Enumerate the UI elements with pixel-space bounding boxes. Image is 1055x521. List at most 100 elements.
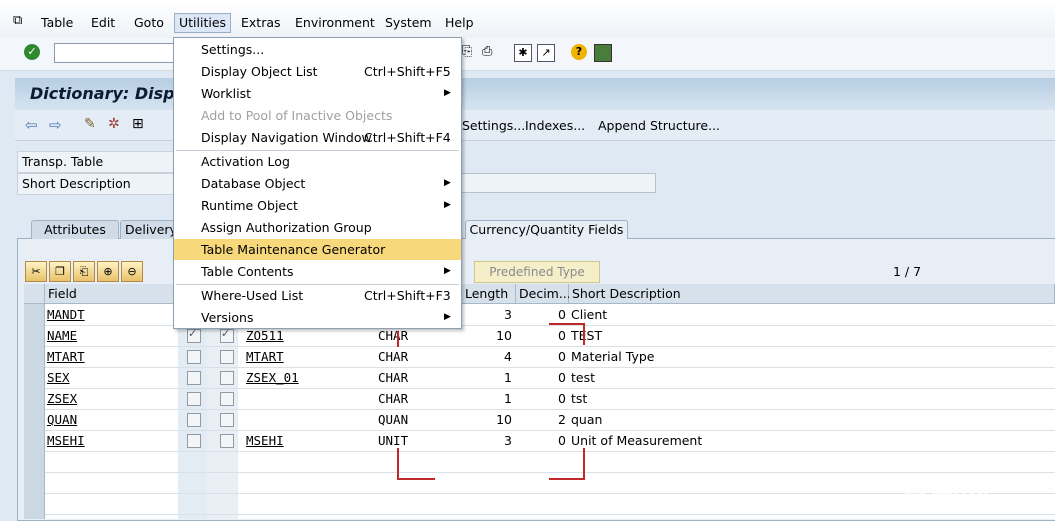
key-checkbox[interactable] [187, 350, 201, 364]
header-length[interactable]: Length [462, 284, 516, 304]
length-cell: 10 [496, 328, 512, 343]
table-row[interactable]: SEX ZSEX_01 CHAR 1 0 test [24, 367, 1055, 389]
check-object-icon[interactable]: ✲ [108, 116, 120, 132]
tab-attributes[interactable]: Attributes [31, 220, 119, 239]
help-icon[interactable]: ? [571, 44, 587, 60]
menu-system[interactable]: System [381, 14, 436, 32]
table-row[interactable]: QUAN QUAN 10 2 quan [24, 409, 1055, 431]
enter-check-icon[interactable]: ✓ [24, 44, 40, 60]
menu-help[interactable]: Help [441, 14, 478, 32]
row-selector[interactable] [24, 451, 45, 472]
field-name-cell[interactable]: NAME [45, 325, 175, 346]
find-icon[interactable]: ⎘ [462, 44, 472, 59]
copy-icon[interactable]: ❐ [49, 261, 71, 282]
row-selector[interactable] [24, 346, 45, 367]
decimals-cell: 0 [558, 370, 566, 385]
back-arrow-icon[interactable]: ⇦ [25, 116, 38, 134]
menu-item-label: Settings... [201, 42, 265, 57]
menu-item-versions[interactable]: Versions ▶ [174, 307, 461, 328]
initial-values-checkbox[interactable] [220, 392, 234, 406]
menu-edit[interactable]: Edit [87, 14, 119, 32]
menu-item-worklist[interactable]: Worklist ▶ [174, 83, 461, 104]
row-selector[interactable] [24, 472, 45, 493]
data-element-cell[interactable] [244, 409, 374, 430]
paste-icon[interactable]: ⎗ [73, 261, 95, 282]
forward-arrow-icon[interactable]: ⇨ [49, 116, 62, 134]
table-row[interactable]: MSEHI MSEHI UNIT 3 0 Unit of Measurement [24, 430, 1055, 452]
predefined-type-button[interactable]: Predefined Type [474, 261, 600, 283]
field-name-cell[interactable]: MANDT [45, 304, 175, 325]
menu-extras[interactable]: Extras [237, 14, 285, 32]
menu-table[interactable]: Table [37, 14, 77, 32]
row-selector[interactable] [24, 304, 45, 325]
table-row[interactable] [24, 514, 1055, 519]
menu-item-settings[interactable]: Settings... [174, 39, 461, 60]
row-selector[interactable] [24, 409, 45, 430]
menu-item-activation-log[interactable]: Activation Log [174, 151, 461, 172]
initial-values-checkbox[interactable] [220, 350, 234, 364]
decimals-cell: 0 [558, 391, 566, 406]
row-selector[interactable] [24, 325, 45, 346]
tab-currency-quantity-fields[interactable]: Currency/Quantity Fields [465, 220, 628, 239]
command-field[interactable] [54, 43, 181, 63]
field-name-cell[interactable]: MSEHI [45, 430, 175, 451]
table-row[interactable]: MTART MTART CHAR 4 0 Material Type [24, 346, 1055, 368]
field-name-cell[interactable]: MTART [45, 346, 175, 367]
table-row[interactable]: ZSEX CHAR 1 0 tst [24, 388, 1055, 410]
header-field[interactable]: Field [45, 284, 178, 304]
key-checkbox[interactable] [187, 371, 201, 385]
layout-menu-icon[interactable] [594, 44, 612, 62]
field-name-cell[interactable]: ZSEX [45, 388, 175, 409]
insert-row-icon[interactable]: ⊕ [97, 261, 119, 282]
menu-item-table-contents[interactable]: Table Contents ▶ [174, 261, 461, 282]
key-checkbox[interactable] [187, 327, 201, 343]
menu-item-runtime-object[interactable]: Runtime Object ▶ [174, 195, 461, 216]
menu-environment[interactable]: Environment [291, 14, 379, 32]
menu-item-database-object[interactable]: Database Object ▶ [174, 173, 461, 194]
data-element-cell[interactable]: MTART [244, 346, 374, 367]
system-menu-icon[interactable]: ⧉ [13, 13, 22, 28]
menu-item-label: Table Maintenance Generator [201, 242, 386, 257]
display-change-icon[interactable]: ✎ [84, 116, 96, 132]
menu-item-display-object-list[interactable]: Display Object List Ctrl+Shift+F5 [174, 61, 461, 82]
row-selector[interactable] [24, 514, 45, 519]
short-description-cell: quan [571, 412, 603, 427]
menu-item-table-maintenance-generator[interactable]: Table Maintenance Generator [174, 239, 461, 260]
menu-utilities[interactable]: Utilities [174, 13, 232, 33]
cut-icon[interactable]: ✂ [25, 261, 47, 282]
delete-row-icon[interactable]: ⊖ [121, 261, 143, 282]
menu-item-display-navigation-window[interactable]: Display Navigation Window Ctrl+Shift+F4 [174, 127, 461, 148]
header-short-description[interactable]: Short Description [569, 284, 1055, 304]
menu-item-where-used-list[interactable]: Where-Used List Ctrl+Shift+F3 [174, 285, 461, 306]
row-selector[interactable] [24, 430, 45, 451]
key-checkbox[interactable] [187, 392, 201, 406]
header-decimals[interactable]: Decim... [516, 284, 571, 304]
append-structure-button[interactable]: Append Structure... [598, 118, 720, 133]
find-next-icon[interactable]: ⎙ [482, 44, 492, 59]
initial-values-checkbox[interactable] [220, 327, 234, 343]
settings-button[interactable]: Settings... [462, 118, 525, 133]
field-name-cell[interactable]: SEX [45, 367, 175, 388]
new-session-icon[interactable]: ✱ [514, 44, 532, 62]
row-selector[interactable] [24, 388, 45, 409]
row-selector[interactable] [24, 493, 45, 514]
annotation-mark [397, 331, 399, 347]
key-checkbox[interactable] [187, 413, 201, 427]
data-element-cell[interactable] [244, 388, 374, 409]
row-selector[interactable] [24, 367, 45, 388]
shortcut-icon[interactable]: ↗ [537, 44, 555, 62]
data-element-cell[interactable]: MSEHI [244, 430, 374, 451]
key-checkbox[interactable] [187, 434, 201, 448]
data-type-cell: UNIT [378, 433, 409, 448]
field-name-cell[interactable]: QUAN [45, 409, 175, 430]
data-element-cell[interactable]: ZSEX_01 [244, 367, 374, 388]
menu-item-label: Display Navigation Window [201, 130, 372, 145]
initial-values-checkbox[interactable] [220, 413, 234, 427]
activate-icon[interactable]: ⊞ [132, 116, 144, 132]
initial-values-checkbox[interactable] [220, 434, 234, 448]
menu-item-assign-authorization-group[interactable]: Assign Authorization Group [174, 217, 461, 238]
menu-goto[interactable]: Goto [130, 14, 168, 32]
indexes-button[interactable]: Indexes... [525, 118, 585, 133]
initial-values-checkbox[interactable] [220, 371, 234, 385]
menu-item-label: Versions [201, 310, 254, 325]
